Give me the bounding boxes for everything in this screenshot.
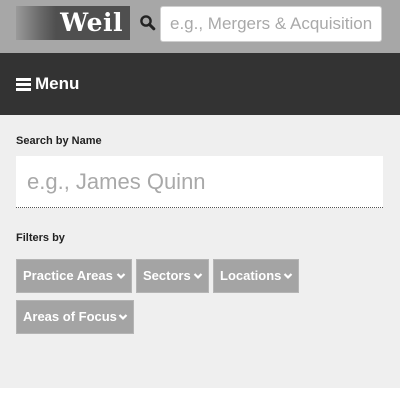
filter-label: Sectors [143,268,191,283]
weil-logo[interactable]: Weil [16,6,130,40]
menu-label: Menu [35,74,80,93]
menu-button[interactable]: Menu [0,53,400,115]
chevron-down-icon [193,273,203,280]
chevron-down-icon [116,273,126,280]
search-by-name-label: Search by Name [16,135,102,147]
areas-of-focus-filter-button[interactable]: Areas of Focus [16,300,134,334]
people-search-panel: Search by Name Filters by Practice Areas… [0,115,400,388]
logo-gradient [16,6,56,40]
search-icon[interactable] [139,14,157,32]
sectors-filter-button[interactable]: Sectors [136,259,209,293]
filter-label: Areas of Focus [23,309,117,324]
name-search-input[interactable] [16,156,383,208]
filters-label: Filters by [16,232,65,244]
filter-label: Locations [220,268,282,283]
hamburger-icon [16,78,31,91]
site-search-input[interactable] [160,6,382,42]
header-bar: Weil [0,0,400,53]
chevron-down-icon [283,273,293,280]
page: Weil Menu Search by Name Filters by Prac… [0,0,400,400]
filter-label: Practice Areas [23,268,113,283]
locations-filter-button[interactable]: Locations [213,259,299,293]
logo-text: Weil [60,8,123,37]
chevron-down-icon [118,314,128,321]
practice-areas-filter-button[interactable]: Practice Areas [16,259,132,293]
